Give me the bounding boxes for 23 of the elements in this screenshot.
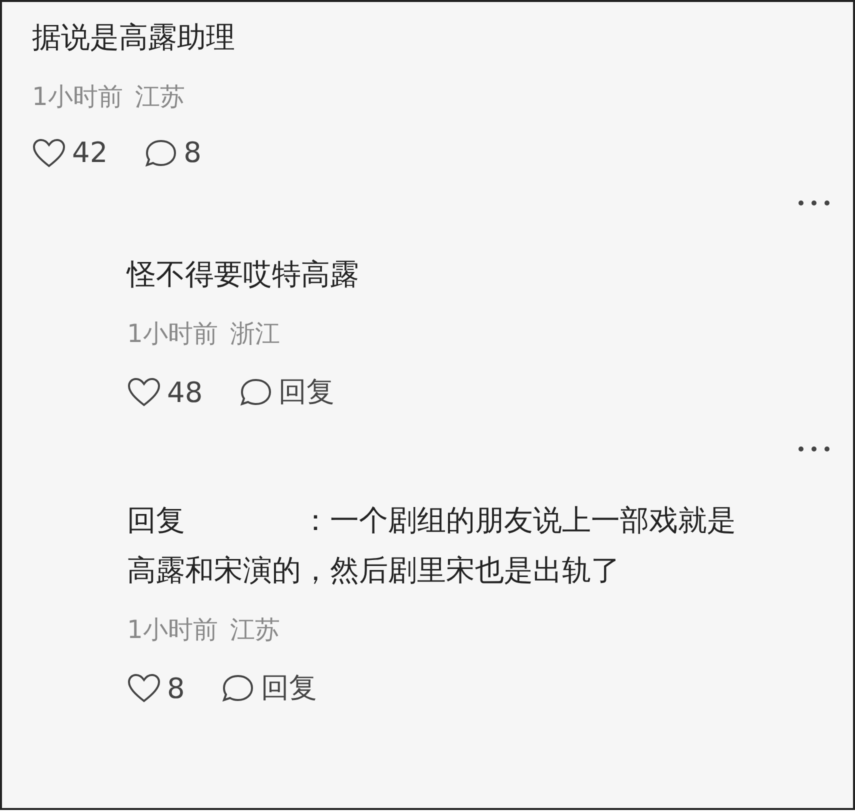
comment-location: 江苏	[230, 614, 280, 646]
comment-location: 浙江	[230, 318, 280, 350]
like-count: 42	[72, 136, 108, 169]
heart-icon[interactable]	[127, 673, 161, 703]
like-count: 8	[167, 672, 185, 704]
comment-time: 1小时前	[127, 318, 218, 350]
reply-link[interactable]: 回复	[260, 669, 317, 707]
comment-time: 1小时前	[127, 614, 218, 646]
comment-icon[interactable]	[238, 377, 273, 407]
heart-icon[interactable]	[127, 377, 161, 407]
reply-link[interactable]: 回复	[278, 373, 335, 411]
comment-time: 1小时前	[32, 80, 123, 112]
reply-count: 8	[184, 136, 202, 169]
comment-icon[interactable]	[220, 673, 255, 703]
comment-text: 回复 ：一个剧组的朋友说上一部戏就是高露和宋演的，然后剧里宋也是出轨了	[127, 502, 737, 589]
more-icon[interactable]	[797, 199, 831, 207]
comment-text: 据说是高露助理	[32, 19, 236, 56]
heart-icon[interactable]	[32, 138, 66, 168]
comment-location: 江苏	[134, 80, 185, 112]
comment-icon[interactable]	[144, 138, 178, 168]
comment-text: 怪不得要哎特高露	[127, 256, 360, 293]
like-count: 48	[167, 376, 203, 408]
more-icon[interactable]	[797, 445, 831, 453]
